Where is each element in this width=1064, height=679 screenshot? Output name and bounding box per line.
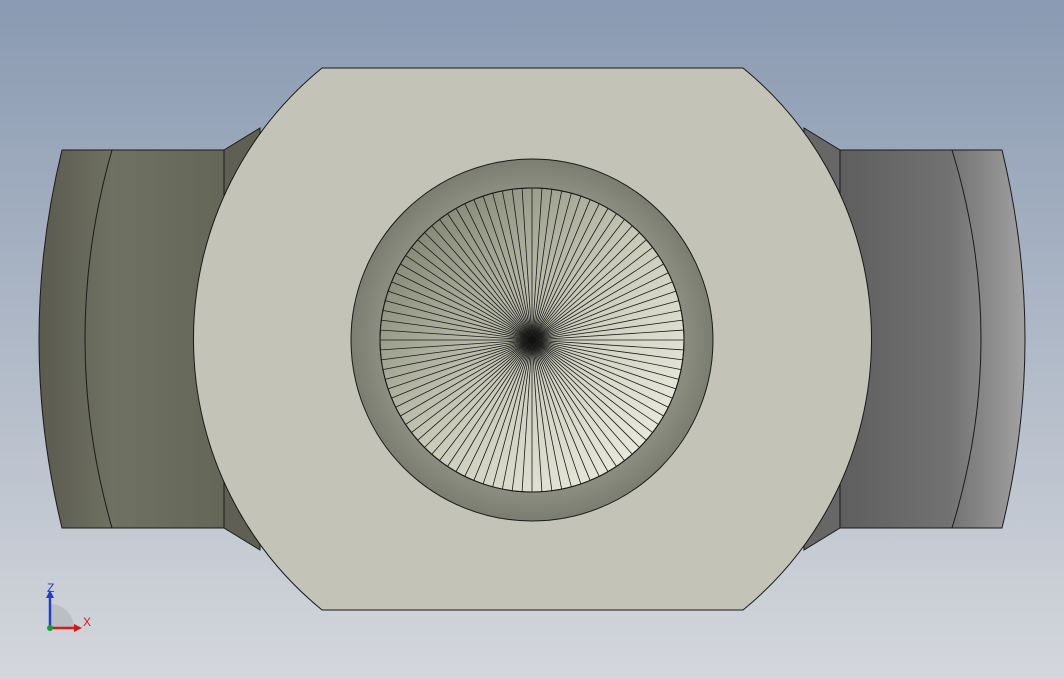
x-arrow-icon	[74, 624, 82, 632]
orientation-triad[interactable]: Z X	[40, 578, 100, 638]
triad-plane	[50, 604, 74, 628]
y-axis-dot	[47, 625, 53, 631]
z-axis-label: Z	[47, 581, 54, 595]
cone-apex	[528, 336, 536, 344]
x-axis-label: X	[83, 615, 91, 629]
model-view[interactable]	[0, 0, 1064, 679]
cad-viewport[interactable]: Z X	[0, 0, 1064, 679]
